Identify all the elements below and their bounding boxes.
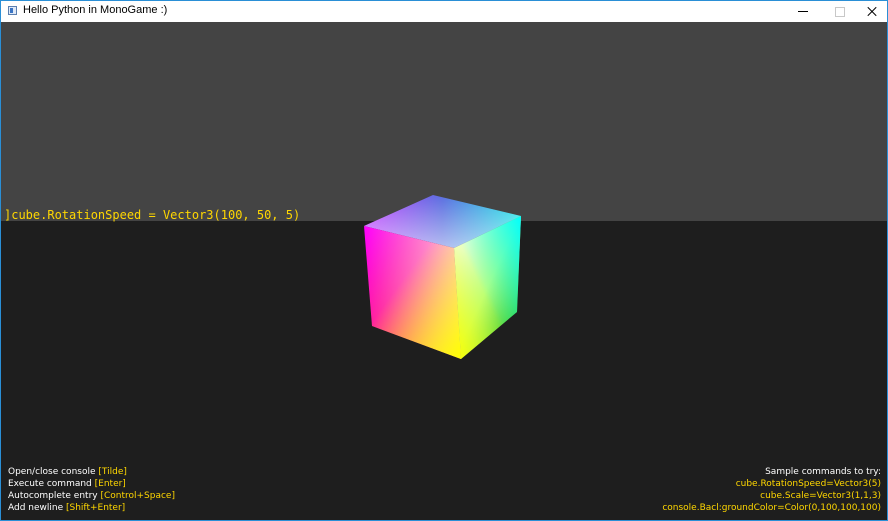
help-panel: Open/close console [Tilde] Execute comma… <box>8 466 175 514</box>
sample-command: console.Bacl:groundColor=Color(0,100,100… <box>662 503 881 513</box>
maximize-button[interactable] <box>824 1 854 22</box>
title-bar[interactable]: Hello Python in MonoGame :) <box>1 1 887 22</box>
sample-commands-panel: Sample commands to try: cube.RotationSpe… <box>662 466 881 514</box>
help-label: Execute command <box>8 479 95 489</box>
sample-command: cube.Scale=Vector3(1,1,3) <box>760 491 881 501</box>
app-icon <box>8 6 17 15</box>
help-row: Autocomplete entry [Control+Space] <box>8 490 175 502</box>
console-input-line[interactable]: ]cube.RotationSpeed = Vector3(100, 50, 5… <box>4 208 300 222</box>
help-label: Open/close console <box>8 467 99 477</box>
help-label: Add newline <box>8 503 66 513</box>
color-cube <box>364 195 521 359</box>
game-viewport[interactable]: ]cube.RotationSpeed = Vector3(100, 50, 5… <box>1 22 887 520</box>
help-key: [Enter] <box>94 479 126 489</box>
help-row: Execute command [Enter] <box>8 478 175 490</box>
help-row: Add newline [Shift+Enter] <box>8 502 175 514</box>
help-key: [Control+Space] <box>100 491 175 501</box>
sample-command: cube.RotationSpeed=Vector3(5) <box>735 479 881 489</box>
help-key: [Shift+Enter] <box>66 503 126 513</box>
help-key: [Tilde] <box>98 467 127 477</box>
help-row: Open/close console [Tilde] <box>8 466 175 478</box>
close-button[interactable] <box>857 1 887 22</box>
help-label: Autocomplete entry <box>8 491 101 501</box>
minimize-button[interactable] <box>788 1 818 22</box>
sample-commands-heading: Sample commands to try: <box>765 467 881 477</box>
app-window: Hello Python in MonoGame :)]cube.Rotati… <box>0 0 888 521</box>
window-title: Hello Python in MonoGame :) <box>23 4 168 16</box>
